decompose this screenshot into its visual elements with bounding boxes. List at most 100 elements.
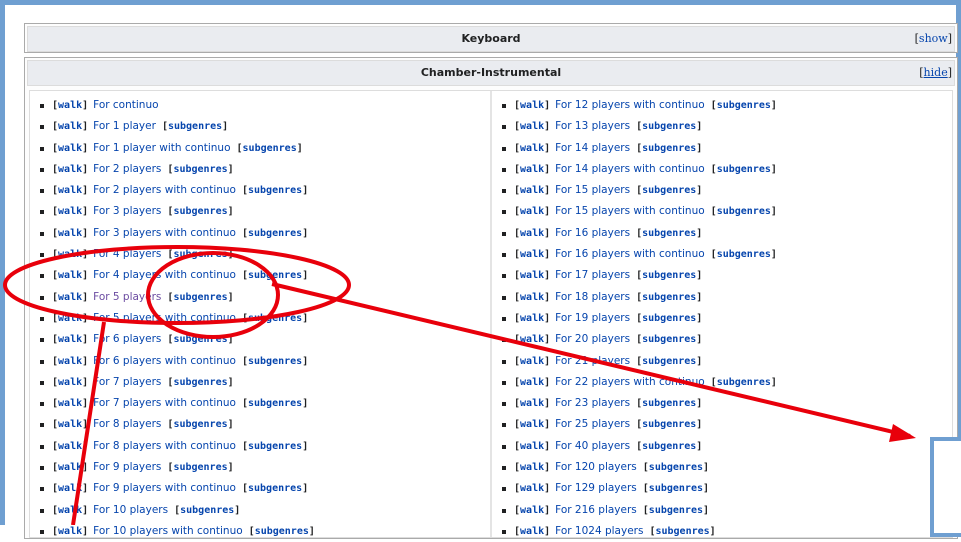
walk-link[interactable]: [walk] <box>52 462 88 473</box>
walk-link[interactable]: [walk] <box>52 143 88 154</box>
subgenres-link[interactable]: [subgenres] <box>242 185 308 196</box>
subgenres-link[interactable]: [subgenres] <box>237 143 303 154</box>
genre-link[interactable]: For 5 players <box>93 291 161 303</box>
genre-link[interactable]: For 1 player <box>93 120 156 132</box>
walk-link[interactable]: [walk] <box>514 100 550 111</box>
walk-link[interactable]: [walk] <box>514 526 550 537</box>
subgenres-link[interactable]: [subgenres] <box>636 356 702 367</box>
genre-link[interactable]: For 1024 players <box>555 525 643 537</box>
genre-link[interactable]: For continuo <box>93 99 158 111</box>
genre-link[interactable]: For 2 players with continuo <box>93 184 236 196</box>
genre-link[interactable]: For 12 players with continuo <box>555 99 705 111</box>
walk-link[interactable]: [walk] <box>514 377 550 388</box>
subgenres-link[interactable]: [subgenres] <box>643 462 709 473</box>
walk-link[interactable]: [walk] <box>514 228 550 239</box>
subgenres-link[interactable]: [subgenres] <box>643 483 709 494</box>
walk-link[interactable]: [walk] <box>514 249 550 260</box>
walk-link[interactable]: [walk] <box>514 206 550 217</box>
genre-link[interactable]: For 19 players <box>555 312 630 324</box>
subgenres-link[interactable]: [subgenres] <box>167 164 233 175</box>
walk-link[interactable]: [walk] <box>514 292 550 303</box>
subgenres-link[interactable]: [subgenres] <box>167 377 233 388</box>
walk-link[interactable]: [walk] <box>514 270 550 281</box>
subgenres-link[interactable]: [subgenres] <box>162 121 228 132</box>
subgenres-link[interactable]: [subgenres] <box>167 206 233 217</box>
walk-link[interactable]: [walk] <box>514 505 550 516</box>
subgenres-link[interactable]: [subgenres] <box>711 100 777 111</box>
chamber-toggle[interactable]: [hide] <box>919 61 952 85</box>
genre-link[interactable]: For 2 players <box>93 163 161 175</box>
walk-link[interactable]: [walk] <box>514 185 550 196</box>
subgenres-link[interactable]: [subgenres] <box>636 419 702 430</box>
walk-link[interactable]: [walk] <box>52 121 88 132</box>
walk-link[interactable]: [walk] <box>514 121 550 132</box>
subgenres-link[interactable]: [subgenres] <box>636 398 702 409</box>
genre-link[interactable]: For 17 players <box>555 269 630 281</box>
walk-link[interactable]: [walk] <box>52 313 88 324</box>
walk-link[interactable]: [walk] <box>514 441 550 452</box>
subgenres-link[interactable]: [subgenres] <box>636 292 702 303</box>
genre-link[interactable]: For 9 players with continuo <box>93 482 236 494</box>
subgenres-link[interactable]: [subgenres] <box>636 270 702 281</box>
genre-link[interactable]: For 7 players with continuo <box>93 397 236 409</box>
subgenres-link[interactable]: [subgenres] <box>636 313 702 324</box>
genre-link[interactable]: For 16 players <box>555 227 630 239</box>
subgenres-link[interactable]: [subgenres] <box>167 292 233 303</box>
subgenres-link[interactable]: [subgenres] <box>636 334 702 345</box>
walk-link[interactable]: [walk] <box>52 164 88 175</box>
subgenres-link[interactable]: [subgenres] <box>636 121 702 132</box>
walk-link[interactable]: [walk] <box>514 143 550 154</box>
genre-link[interactable]: For 4 players <box>93 248 161 260</box>
genre-link[interactable]: For 3 players with continuo <box>93 227 236 239</box>
genre-link[interactable]: For 120 players <box>555 461 637 473</box>
genre-link[interactable]: For 21 players <box>555 355 630 367</box>
walk-link[interactable]: [walk] <box>52 206 88 217</box>
genre-link[interactable]: For 8 players with continuo <box>93 440 236 452</box>
genre-link[interactable]: For 6 players with continuo <box>93 355 236 367</box>
walk-link[interactable]: [walk] <box>52 526 88 537</box>
genre-link[interactable]: For 22 players with continuo <box>555 376 705 388</box>
walk-link[interactable]: [walk] <box>52 228 88 239</box>
subgenres-link[interactable]: [subgenres] <box>242 313 308 324</box>
genre-link[interactable]: For 10 players <box>93 504 168 516</box>
genre-link[interactable]: For 1 player with continuo <box>93 142 230 154</box>
subgenres-link[interactable]: [subgenres] <box>711 249 777 260</box>
walk-link[interactable]: [walk] <box>52 419 88 430</box>
walk-link[interactable]: [walk] <box>514 334 550 345</box>
genre-link[interactable]: For 6 players <box>93 333 161 345</box>
genre-link[interactable]: For 8 players <box>93 418 161 430</box>
genre-link[interactable]: For 14 players <box>555 142 630 154</box>
subgenres-link[interactable]: [subgenres] <box>711 164 777 175</box>
walk-link[interactable]: [walk] <box>52 356 88 367</box>
subgenres-link[interactable]: [subgenres] <box>242 228 308 239</box>
subgenres-link[interactable]: [subgenres] <box>242 398 308 409</box>
genre-link[interactable]: For 3 players <box>93 205 161 217</box>
keyboard-toggle[interactable]: [show] <box>915 27 952 51</box>
subgenres-link[interactable]: [subgenres] <box>242 441 308 452</box>
walk-link[interactable]: [walk] <box>514 164 550 175</box>
genre-link[interactable]: For 16 players with continuo <box>555 248 705 260</box>
subgenres-link[interactable]: [subgenres] <box>711 206 777 217</box>
subgenres-link[interactable]: [subgenres] <box>249 526 315 537</box>
subgenres-link[interactable]: [subgenres] <box>167 249 233 260</box>
walk-link[interactable]: [walk] <box>52 100 88 111</box>
walk-link[interactable]: [walk] <box>52 505 88 516</box>
walk-link[interactable]: [walk] <box>52 483 88 494</box>
walk-link[interactable]: [walk] <box>52 398 88 409</box>
genre-link[interactable]: For 216 players <box>555 504 637 516</box>
subgenres-link[interactable]: [subgenres] <box>636 185 702 196</box>
genre-link[interactable]: For 10 players with continuo <box>93 525 243 537</box>
genre-link[interactable]: For 15 players <box>555 184 630 196</box>
walk-link[interactable]: [walk] <box>52 334 88 345</box>
subgenres-link[interactable]: [subgenres] <box>643 505 709 516</box>
walk-link[interactable]: [walk] <box>514 313 550 324</box>
show-link[interactable]: show <box>919 32 948 45</box>
subgenres-link[interactable]: [subgenres] <box>167 419 233 430</box>
subgenres-link[interactable]: [subgenres] <box>649 526 715 537</box>
subgenres-link[interactable]: [subgenres] <box>636 228 702 239</box>
subgenres-link[interactable]: [subgenres] <box>636 143 702 154</box>
subgenres-link[interactable]: [subgenres] <box>242 270 308 281</box>
walk-link[interactable]: [walk] <box>52 249 88 260</box>
walk-link[interactable]: [walk] <box>52 377 88 388</box>
subgenres-link[interactable]: [subgenres] <box>167 334 233 345</box>
